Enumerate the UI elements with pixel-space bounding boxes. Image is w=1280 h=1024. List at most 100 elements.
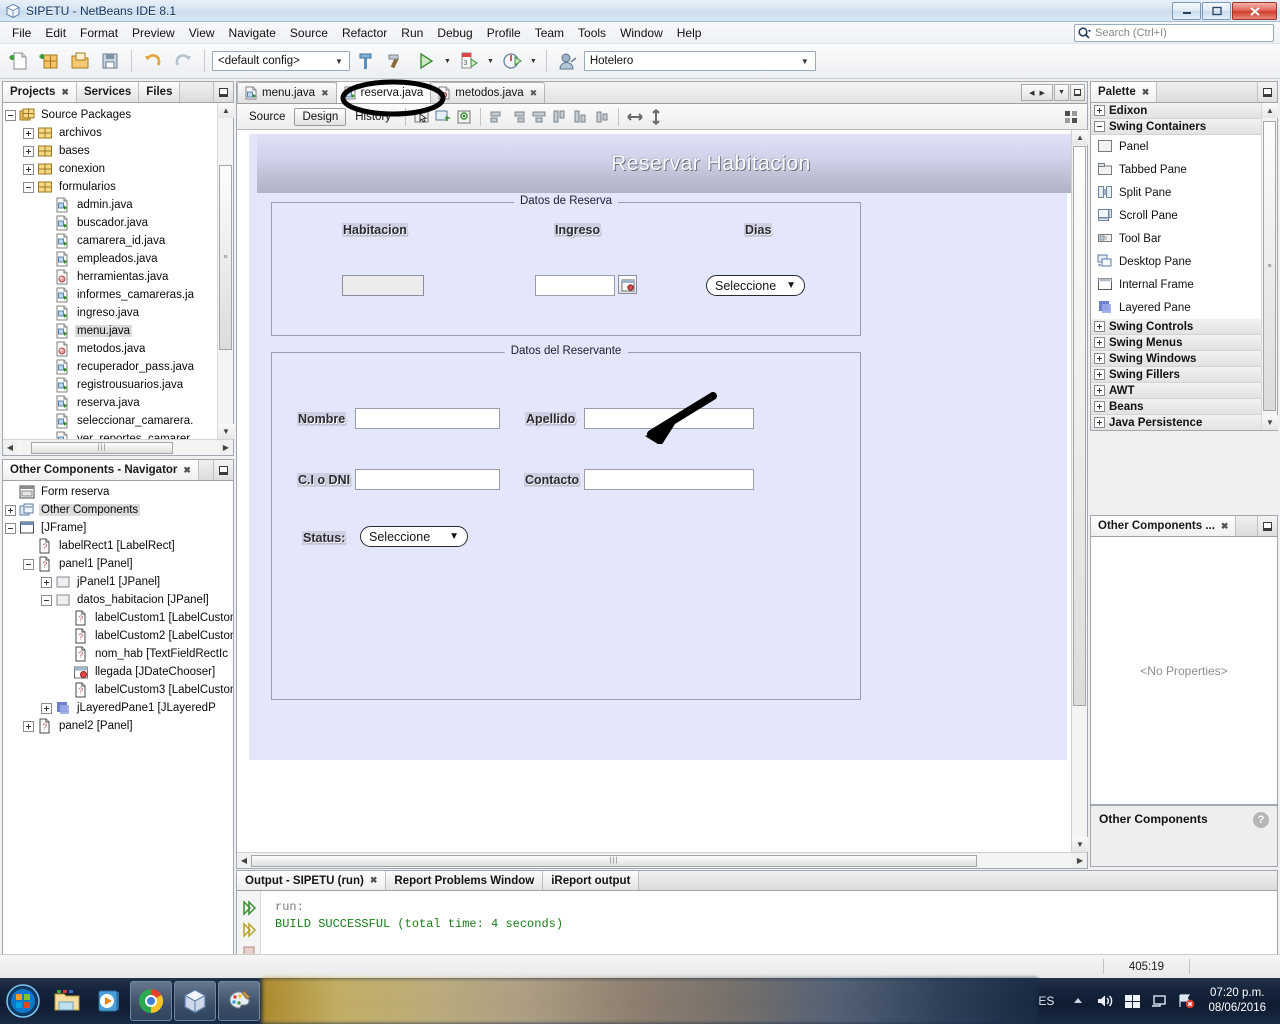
align-middle-icon[interactable] bbox=[592, 107, 612, 127]
palette-list[interactable]: Edixon Swing Containers Panel Tabbed Pane Sp… bbox=[1091, 103, 1277, 430]
tree-node[interactable]: ? labelCustom1 [LabelCustom bbox=[3, 609, 233, 627]
tree-node[interactable]: empleados.java bbox=[3, 250, 233, 268]
apellido-input[interactable] bbox=[584, 408, 754, 429]
palette-category[interactable]: Swing Windows bbox=[1091, 351, 1277, 367]
chevron-right-icon[interactable]: ▶ bbox=[1040, 89, 1045, 97]
connection-mode-icon[interactable] bbox=[433, 107, 453, 127]
run-project-icon[interactable] bbox=[412, 47, 440, 75]
selection-mode-icon[interactable] bbox=[412, 107, 432, 127]
scrollbar-track[interactable]: ||| bbox=[251, 853, 1073, 868]
align-bottom-icon[interactable] bbox=[571, 107, 591, 127]
explorer-icon[interactable] bbox=[46, 981, 88, 1021]
clean-build-icon[interactable] bbox=[382, 47, 410, 75]
close-icon[interactable]: ✖ bbox=[1142, 87, 1150, 98]
palette-item[interactable]: Scroll Pane bbox=[1091, 204, 1277, 227]
scrollbar-thumb[interactable] bbox=[1073, 146, 1086, 706]
resize-horizontal-icon[interactable] bbox=[625, 107, 645, 127]
tree-node[interactable]: [JFrame] bbox=[3, 519, 233, 537]
save-all-icon[interactable] bbox=[96, 47, 124, 75]
maximize-editor-button[interactable] bbox=[1070, 84, 1085, 101]
palette-item[interactable]: Tabbed Pane bbox=[1091, 158, 1277, 181]
tree-node[interactable]: herramientas.java bbox=[3, 268, 233, 286]
palette-category[interactable]: AWT bbox=[1091, 383, 1277, 399]
calendar-icon[interactable] bbox=[618, 275, 637, 294]
windows-start-orb[interactable] bbox=[0, 979, 46, 1023]
nombre-input[interactable] bbox=[355, 408, 500, 429]
tab-output-sipetu[interactable]: Output - SIPETU (run) ✖ bbox=[237, 871, 387, 890]
tab-list-button[interactable]: ▼ bbox=[1054, 84, 1069, 101]
show-hidden-icon[interactable] bbox=[1069, 992, 1087, 1010]
scrollbar-track[interactable]: ||| bbox=[17, 440, 219, 455]
tree-node[interactable]: ? labelRect1 [LabelRect] bbox=[3, 537, 233, 555]
tree-node[interactable]: registrousuarios.java bbox=[3, 376, 233, 394]
close-icon[interactable]: ✖ bbox=[530, 88, 538, 99]
scroll-down-icon[interactable]: ▼ bbox=[218, 424, 234, 439]
tree-node[interactable]: buscador.java bbox=[3, 214, 233, 232]
scroll-down-icon[interactable]: ▼ bbox=[1262, 415, 1278, 430]
project-combo[interactable]: Hotelero ▼ bbox=[583, 51, 816, 71]
tab-report-problems[interactable]: Report Problems Window bbox=[386, 871, 544, 890]
scroll-right-icon[interactable]: ▶ bbox=[219, 441, 233, 455]
palette-category[interactable]: Swing Controls bbox=[1091, 319, 1277, 335]
align-center-icon[interactable] bbox=[529, 107, 549, 127]
editor-view-design[interactable]: Design bbox=[294, 107, 347, 126]
menu-window[interactable]: Window bbox=[613, 24, 670, 42]
tree-expander-icon[interactable] bbox=[1094, 385, 1105, 396]
palette-category[interactable]: Edixon bbox=[1091, 103, 1277, 119]
close-button[interactable] bbox=[1232, 2, 1277, 20]
tree-node[interactable]: ver_reportes_camarer bbox=[3, 430, 233, 439]
scrollbar-thumb[interactable]: ||| bbox=[31, 441, 173, 454]
tree-node[interactable]: camarera_id.java bbox=[3, 232, 233, 250]
tree-expander-icon[interactable] bbox=[1094, 121, 1105, 132]
close-icon[interactable]: ✖ bbox=[61, 87, 69, 98]
ci-dni-input[interactable] bbox=[355, 469, 500, 490]
tree-expander-icon[interactable] bbox=[5, 522, 16, 534]
tree-node[interactable]: archivos bbox=[3, 124, 233, 142]
menu-navigate[interactable]: Navigate bbox=[222, 24, 283, 42]
scroll-right-icon[interactable]: ▶ bbox=[1073, 854, 1087, 868]
editor-vertical-scrollbar[interactable]: ▲ ▼ bbox=[1071, 130, 1088, 852]
palette-category[interactable]: Swing Containers bbox=[1091, 119, 1277, 135]
volume-icon[interactable] bbox=[1096, 992, 1114, 1010]
action-center-icon[interactable] bbox=[1177, 992, 1195, 1010]
taskbar-clock[interactable]: 07:20 p.m. 08/06/2016 bbox=[1204, 986, 1274, 1016]
align-top-icon[interactable] bbox=[550, 107, 570, 127]
design-canvas[interactable]: Reservar Habitacion Datos de Reserva Hab… bbox=[237, 130, 1087, 868]
status-select[interactable]: Seleccione ▼ bbox=[360, 526, 468, 547]
palette-category[interactable]: Beans bbox=[1091, 399, 1277, 415]
menu-format[interactable]: Format bbox=[73, 24, 125, 42]
build-project-icon[interactable] bbox=[352, 47, 380, 75]
menu-profile[interactable]: Profile bbox=[480, 24, 528, 42]
tree-node[interactable]: recuperador_pass.java bbox=[3, 358, 233, 376]
tree-node[interactable]: jPanel1 [JPanel] bbox=[3, 573, 233, 591]
tree-node[interactable]: seleccionar_camarera. bbox=[3, 412, 233, 430]
palette-item[interactable]: Panel bbox=[1091, 135, 1277, 158]
tree-node[interactable]: ? nom_hab [TextFieldRectIc bbox=[3, 645, 233, 663]
undo-icon[interactable] bbox=[139, 47, 167, 75]
tree-node[interactable]: Source Packages bbox=[3, 106, 233, 124]
design-settings-icon[interactable] bbox=[1061, 107, 1081, 127]
ingreso-date-input[interactable] bbox=[535, 275, 615, 296]
close-icon[interactable]: ✖ bbox=[321, 88, 329, 99]
tree-expander-icon[interactable] bbox=[23, 127, 34, 139]
tree-node[interactable]: Other Components bbox=[3, 501, 233, 519]
menu-refactor[interactable]: Refactor bbox=[335, 24, 394, 42]
projects-horizontal-scrollbar[interactable]: ◀ ||| ▶ bbox=[3, 439, 233, 455]
editor-tab-menu-java[interactable]: menu.java ✖ bbox=[237, 82, 337, 103]
scrollbar-thumb[interactable]: ≡ bbox=[219, 165, 232, 350]
minimize-panel-button[interactable] bbox=[1257, 516, 1277, 536]
tree-expander-icon[interactable] bbox=[23, 558, 34, 570]
align-left-icon[interactable] bbox=[487, 107, 507, 127]
tab-navigator[interactable]: Other Components - Navigator ✖ bbox=[3, 460, 199, 480]
editor-horizontal-scrollbar[interactable]: ◀ ||| ▶ bbox=[237, 852, 1087, 868]
close-icon[interactable]: ✖ bbox=[183, 465, 191, 476]
config-combo[interactable]: <default config> ▼ bbox=[212, 51, 350, 71]
palette-category[interactable]: Java Persistence bbox=[1091, 415, 1277, 430]
redo-icon[interactable] bbox=[169, 47, 197, 75]
chevron-left-icon[interactable]: ◀ bbox=[1029, 89, 1034, 97]
tree-node[interactable]: informes_camareras.ja bbox=[3, 286, 233, 304]
tree-node[interactable]: ? panel2 [Panel] bbox=[3, 717, 233, 735]
tree-node[interactable]: datos_habitacion [JPanel] bbox=[3, 591, 233, 609]
scroll-left-icon[interactable]: ◀ bbox=[237, 854, 251, 868]
tree-node[interactable]: reserva.java bbox=[3, 394, 233, 412]
